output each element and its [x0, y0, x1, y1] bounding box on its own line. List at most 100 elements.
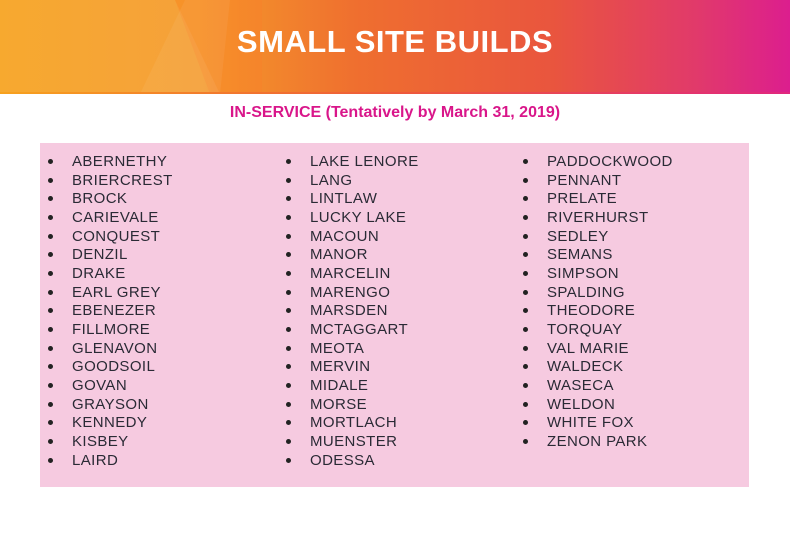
location-list-item: MARCELIN — [286, 264, 419, 283]
bullet-icon — [286, 158, 291, 164]
location-list-item: LANG — [286, 171, 419, 190]
bullet-icon — [48, 177, 53, 183]
location-name: DRAKE — [72, 264, 126, 282]
location-name: MEOTA — [310, 339, 365, 357]
location-name: ODESSA — [310, 451, 375, 469]
bullet-icon — [523, 364, 528, 370]
location-list-item: LAIRD — [48, 451, 173, 470]
bullet-icon — [286, 401, 291, 407]
bullet-icon — [48, 270, 53, 276]
bullet-icon — [48, 439, 53, 445]
location-list-item: MIDALE — [286, 376, 419, 395]
bullet-icon — [286, 420, 291, 426]
location-name: MARSDEN — [310, 302, 388, 320]
location-name: KISBEY — [72, 433, 129, 451]
bullet-icon — [523, 345, 528, 351]
bullet-icon — [286, 345, 291, 351]
location-name: WASECA — [547, 377, 614, 395]
bullet-icon — [523, 420, 528, 426]
banner-bottom-border — [0, 92, 790, 94]
location-list-item: SEMANS — [523, 245, 673, 264]
location-name: MIDALE — [310, 377, 369, 395]
location-name: BRIERCREST — [72, 171, 173, 189]
bullet-icon — [48, 158, 53, 164]
location-name: PRELATE — [547, 190, 618, 208]
location-name: KENNEDY — [72, 414, 148, 432]
location-name: GRAYSON — [72, 395, 149, 413]
location-list-item: MACOUN — [286, 227, 419, 246]
location-list-item: PADDOCKWOOD — [523, 152, 673, 171]
bullet-icon — [286, 196, 291, 202]
location-list-item: MCTAGGART — [286, 320, 419, 339]
bullet-icon — [523, 401, 528, 407]
location-list-item: BRIERCREST — [48, 171, 173, 190]
bullet-icon — [286, 383, 291, 389]
location-list-item: WASECA — [523, 376, 673, 395]
location-name: SEDLEY — [547, 227, 609, 245]
location-list-item: GOODSOIL — [48, 358, 173, 377]
section-subtitle: IN-SERVICE (Tentatively by March 31, 201… — [229, 104, 561, 121]
location-name: FILLMORE — [72, 321, 151, 339]
location-name: LINTLAW — [310, 190, 378, 208]
bullet-icon — [48, 252, 53, 258]
location-list-item: GLENAVON — [48, 339, 173, 358]
location-list-item: MORSE — [286, 395, 419, 414]
locations-column-3: PADDOCKWOOD PENNANT PRELATE RIVERHURST SEDLE… — [523, 152, 673, 451]
bullet-icon — [523, 252, 528, 258]
bullet-icon — [286, 327, 291, 333]
location-list-item: EBENEZER — [48, 302, 173, 321]
location-name: MACOUN — [310, 227, 380, 245]
location-name: EARL GREY — [72, 283, 161, 301]
location-name: WELDON — [547, 395, 616, 413]
bullet-icon — [48, 289, 53, 295]
bullet-icon — [286, 252, 291, 258]
location-list-item: LINTLAW — [286, 189, 419, 208]
location-name: MERVIN — [310, 358, 371, 376]
location-name: ZENON PARK — [547, 433, 648, 451]
bullet-icon — [286, 177, 291, 183]
location-list-item: CONQUEST — [48, 227, 173, 246]
bullet-icon — [523, 308, 528, 314]
location-name: WALDECK — [547, 358, 624, 376]
location-name: MANOR — [310, 246, 368, 264]
location-name: BROCK — [72, 190, 128, 208]
location-list-item: WELDON — [523, 395, 673, 414]
bullet-icon — [48, 233, 53, 239]
bullet-icon — [523, 327, 528, 333]
page-title: SMALL SITE BUILDS — [236, 24, 554, 59]
bullet-icon — [48, 308, 53, 314]
location-list-item: LAKE LENORE — [286, 152, 419, 171]
bullet-icon — [286, 233, 291, 239]
location-list-item: MARSDEN — [286, 302, 419, 321]
location-list-item: RIVERHURST — [523, 208, 673, 227]
bullet-icon — [523, 270, 528, 276]
location-list-item: LUCKY LAKE — [286, 208, 419, 227]
bullet-icon — [48, 196, 53, 202]
location-name: ABERNETHY — [72, 152, 168, 170]
bullet-icon — [523, 196, 528, 202]
location-list-item: MUENSTER — [286, 432, 419, 451]
location-name: SEMANS — [547, 246, 613, 264]
location-name: LUCKY LAKE — [310, 208, 407, 226]
location-name: LANG — [310, 171, 353, 189]
location-name: THEODORE — [547, 302, 636, 320]
location-list-item: SIMPSON — [523, 264, 673, 283]
bullet-icon — [523, 383, 528, 389]
bullet-icon — [48, 214, 53, 220]
location-list-item: WHITE FOX — [523, 414, 673, 433]
location-name: GOVAN — [72, 377, 128, 395]
bullet-icon — [523, 289, 528, 295]
location-list-item: VAL MARIE — [523, 339, 673, 358]
location-name: WHITE FOX — [547, 414, 634, 432]
location-list-item: WALDECK — [523, 358, 673, 377]
location-list-item: MANOR — [286, 245, 419, 264]
location-name: VAL MARIE — [547, 339, 629, 357]
location-list-item: CARIEVALE — [48, 208, 173, 227]
location-name: MORSE — [310, 395, 368, 413]
location-list-item: KISBEY — [48, 432, 173, 451]
location-name: LAKE LENORE — [310, 152, 419, 170]
location-name: GOODSOIL — [72, 358, 156, 376]
bullet-icon — [48, 401, 53, 407]
bullet-icon — [286, 270, 291, 276]
bullet-icon — [523, 214, 528, 220]
